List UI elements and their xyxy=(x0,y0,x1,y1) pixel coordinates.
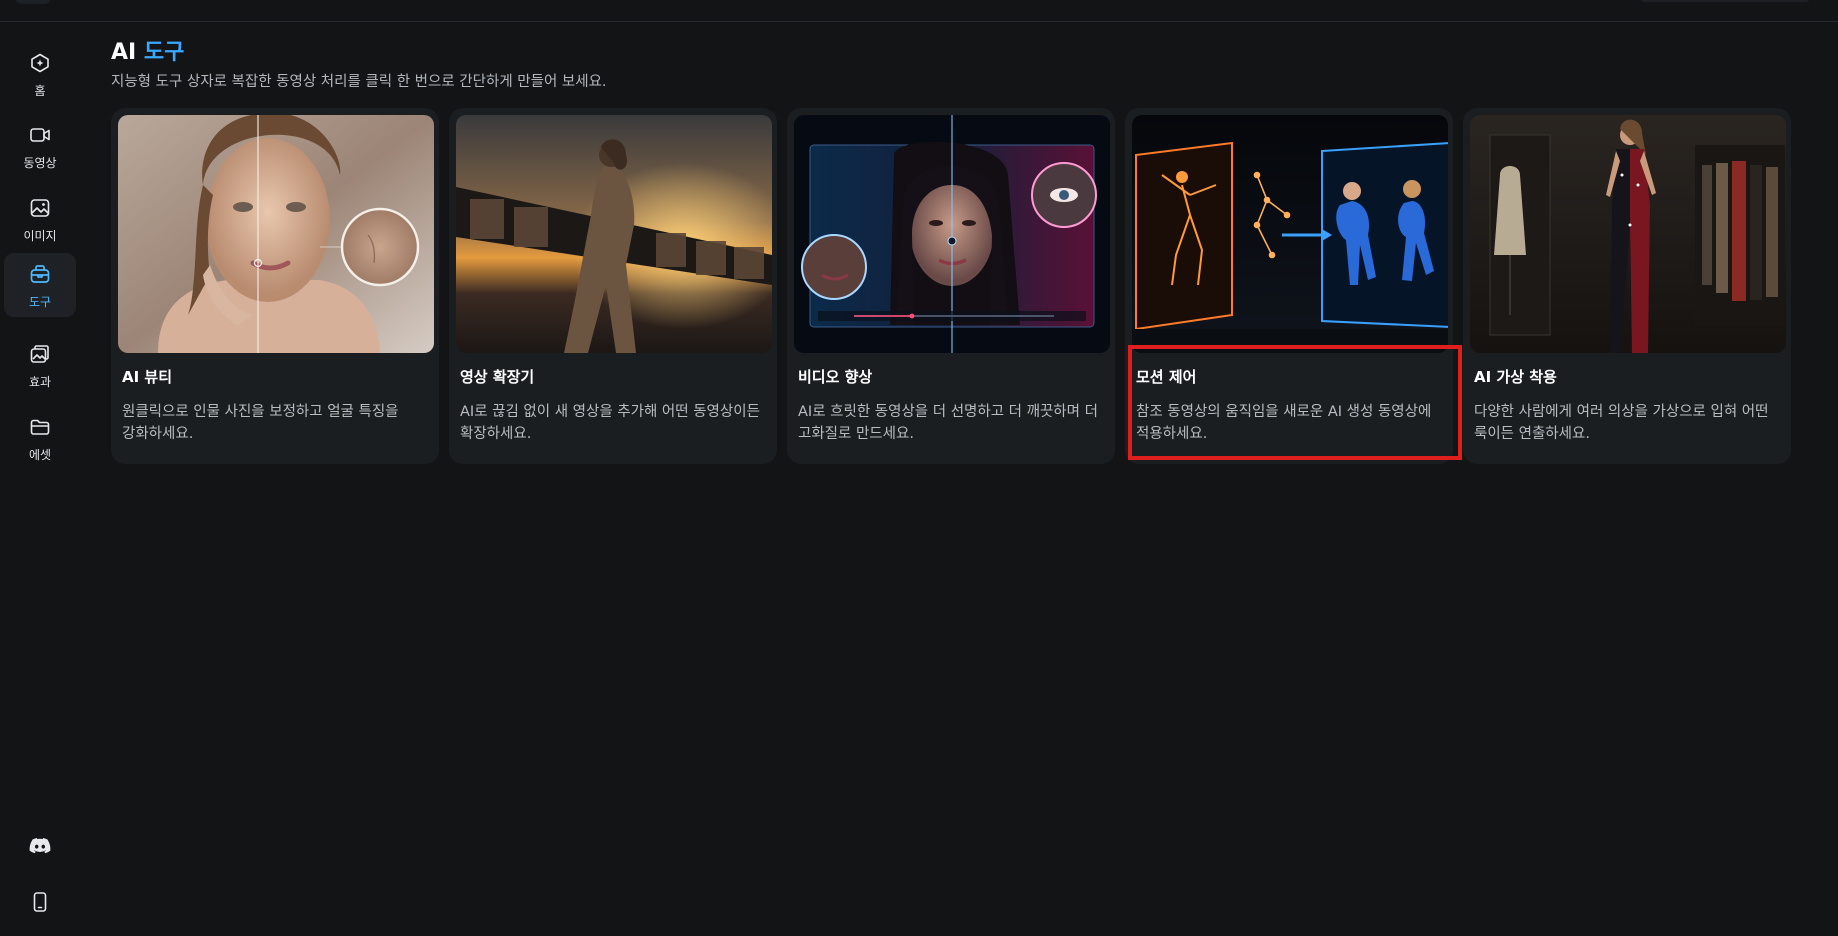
sidebar-item-assets[interactable]: 에셋 xyxy=(4,406,76,470)
tool-card-video-extender[interactable]: 영상 확장기 AI로 끊김 없이 새 영상을 추가해 어떤 동영상이든 확장하세… xyxy=(449,108,777,464)
image-icon xyxy=(28,196,52,224)
sidebar-item-home[interactable]: 홈 xyxy=(4,42,76,106)
top-right-control[interactable] xyxy=(1639,0,1811,2)
page-subtitle: 지능형 도구 상자로 복잡한 동영상 처리를 클릭 한 번으로 간단하게 만들어… xyxy=(111,74,607,90)
ai-beauty-thumbnail xyxy=(118,115,434,353)
card-title: AI 가상 착용 xyxy=(1474,368,1557,386)
video-icon xyxy=(28,123,52,151)
tool-card-ai-beauty[interactable]: AI 뷰티 원클릭으로 인물 사진을 보정하고 얼굴 특징을 강화하세요. xyxy=(111,108,439,464)
sidebar-item-label: 효과 xyxy=(28,375,52,389)
card-description: AI로 끊김 없이 새 영상을 추가해 어떤 동영상이든 확장하세요. xyxy=(460,404,760,442)
discord-icon xyxy=(28,834,52,862)
tool-card-video-enhance[interactable]: 비디오 향상 AI로 흐릿한 동영상을 더 선명하고 더 깨끗하며 더 고화질로… xyxy=(787,108,1115,464)
card-title: 모션 제어 xyxy=(1136,368,1197,386)
mobile-phone-icon xyxy=(28,890,52,918)
tool-card-ai-virtual-try-on[interactable]: AI 가상 착용 다양한 사람에게 여러 의상을 가상으로 입혀 어떤 룩이든 … xyxy=(1463,108,1791,464)
sidebar-item-effects[interactable]: 효과 xyxy=(4,333,76,397)
sidebar-item-label: 홈 xyxy=(34,84,46,98)
card-description: AI로 흐릿한 동영상을 더 선명하고 더 깨끗하며 더 고화질로 만드세요. xyxy=(798,404,1098,442)
page-title: AI 도구 xyxy=(111,34,184,66)
page-title-ai: AI xyxy=(111,40,137,65)
card-title: 영상 확장기 xyxy=(460,368,535,386)
ai-virtual-try-on-thumbnail xyxy=(1470,115,1786,353)
sidebar-item-video[interactable]: 동영상 xyxy=(4,114,76,178)
discord-button[interactable] xyxy=(20,828,60,868)
top-left-control[interactable] xyxy=(15,0,51,4)
card-description: 참조 동영상의 움직임을 새로운 AI 생성 동영상에 적용하세요. xyxy=(1136,404,1432,442)
tools-icon xyxy=(28,262,52,290)
sidebar-item-label: 이미지 xyxy=(23,229,57,243)
folder-icon xyxy=(28,415,52,443)
video-enhance-thumbnail xyxy=(794,115,1110,353)
page-title-tools: 도구 xyxy=(143,40,185,65)
tool-card-motion-control[interactable]: 모션 제어 참조 동영상의 움직임을 새로운 AI 생성 동영상에 적용하세요. xyxy=(1125,108,1462,464)
card-description: 원클릭으로 인물 사진을 보정하고 얼굴 특징을 강화하세요. xyxy=(122,404,399,442)
card-description: 다양한 사람에게 여러 의상을 가상으로 입혀 어떤 룩이든 연출하세요. xyxy=(1474,404,1769,442)
motion-control-thumbnail xyxy=(1132,115,1448,353)
video-extender-thumbnail xyxy=(456,115,772,353)
card-title: AI 뷰티 xyxy=(122,368,173,386)
sidebar-item-image[interactable]: 이미지 xyxy=(4,187,76,251)
tool-card-list: AI 뷰티 원클릭으로 인물 사진을 보정하고 얼굴 특징을 강화하세요. 영상… xyxy=(111,108,1791,464)
home-icon xyxy=(28,51,52,79)
top-bar xyxy=(0,0,1838,22)
sidebar-item-label: 도구 xyxy=(28,295,52,309)
mobile-app-button[interactable] xyxy=(20,884,60,924)
sidebar-item-label: 동영상 xyxy=(23,156,57,170)
effects-icon xyxy=(28,342,52,370)
card-title: 비디오 향상 xyxy=(798,368,873,386)
sidebar: 홈 동영상 이미지 도구 효과 에셋 xyxy=(0,22,80,936)
sidebar-item-tools[interactable]: 도구 xyxy=(4,253,76,317)
sidebar-item-label: 에셋 xyxy=(28,448,52,462)
